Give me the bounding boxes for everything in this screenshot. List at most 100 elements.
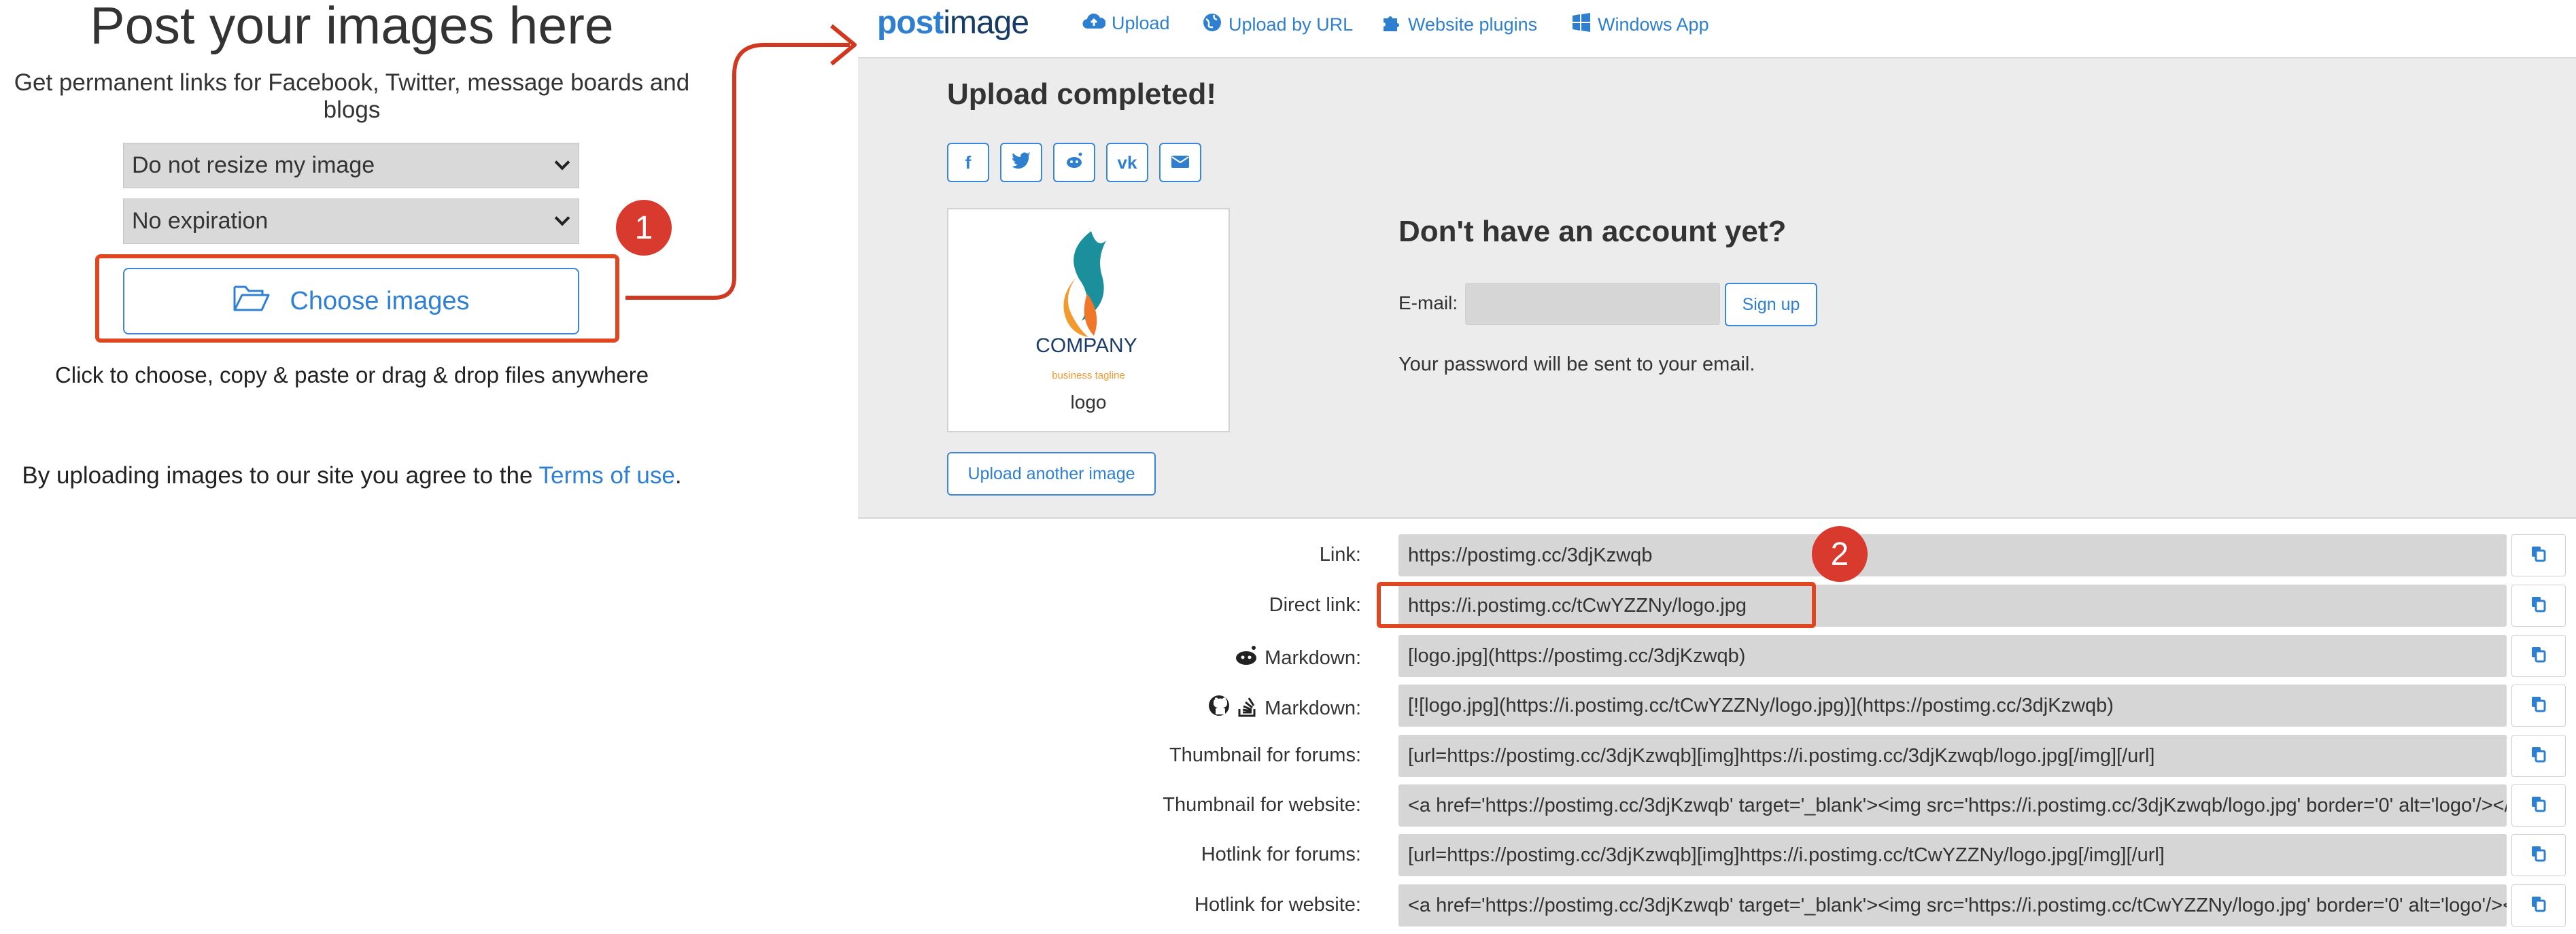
hotlink-forums-field[interactable]: [url=https://postimg.cc/3djKzwqb][img]ht… (1398, 834, 2507, 876)
copy-icon (2531, 796, 2546, 816)
uploaded-image-thumbnail[interactable]: COMPANY business tagline logo (947, 208, 1230, 432)
link-row-label: Hotlink for website: (1195, 894, 1361, 916)
upload-result-page: postimage Upload Upload by URL Website p… (858, 0, 2576, 934)
postimage-logo[interactable]: postimage (877, 4, 1029, 41)
copy-icon (2531, 846, 2546, 865)
envelope-icon (1171, 152, 1190, 173)
email-label: E-mail: (1398, 292, 1458, 313)
link-row-thumbnail-forums: Thumbnail for forums: [url=https://posti… (858, 735, 2576, 777)
link-row-label: Thumbnail for forums: (1169, 744, 1361, 766)
nav-upload-by-url-label: Upload by URL (1229, 14, 1354, 35)
thumb-tagline: business tagline (1052, 370, 1125, 381)
link-row-label: Markdown: (1233, 644, 1361, 672)
page-title: Post your images here (90, 0, 614, 55)
password-note: Your password will be sent to your email… (1398, 353, 1755, 375)
vk-share-button[interactable]: vk (1106, 143, 1148, 182)
reddit-icon (1064, 152, 1084, 174)
twitter-icon (1012, 152, 1031, 173)
copy-button[interactable] (2511, 834, 2566, 876)
copy-button[interactable] (2511, 534, 2566, 576)
facebook-icon: f (965, 152, 972, 173)
upload-result-panel: Upload completed! f vk COMPANY business … (858, 58, 2576, 519)
expiration-select-value: No expiration (132, 208, 269, 234)
markdown-label: Markdown: (1265, 697, 1361, 719)
hotlink-website-field[interactable]: <a href='https://postimg.cc/3djKzwqb' ta… (1398, 884, 2507, 927)
nav-website-plugins[interactable]: Website plugins (1381, 12, 1537, 37)
link-row-label: Markdown: (1207, 694, 1361, 723)
markdown-reddit-field[interactable]: [logo.jpg](https://postimg.cc/3djKzwqb) (1398, 635, 2507, 677)
logo-post-text: post (877, 5, 944, 41)
chevron-down-icon (554, 154, 570, 171)
top-nav: postimage Upload Upload by URL Website p… (858, 0, 2576, 58)
link-row-markdown-reddit: Markdown: [logo.jpg](https://postimg.cc/… (858, 635, 2576, 677)
copy-button[interactable] (2511, 685, 2566, 727)
link-row-thumbnail-website: Thumbnail for website: <a href='https://… (858, 784, 2576, 827)
connector-arrow (625, 24, 857, 300)
nav-upload-label: Upload (1112, 13, 1170, 33)
copy-button[interactable] (2511, 784, 2566, 827)
resize-select-value: Do not resize my image (132, 152, 375, 178)
terms-suffix: . (674, 462, 682, 489)
terms-of-use-link[interactable]: Terms of use (539, 462, 675, 489)
upload-completed-heading: Upload completed! (947, 77, 1217, 111)
github-icon (1207, 694, 1236, 723)
company-logo-image: COMPANY (1035, 231, 1137, 357)
email-share-button[interactable] (1159, 143, 1201, 182)
link-row-label: Thumbnail for website: (1163, 794, 1361, 816)
nav-windows-app[interactable]: Windows App (1571, 12, 1709, 37)
thumbnail-caption: logo (1070, 392, 1107, 413)
upload-hint: Click to choose, copy & paste or drag & … (54, 362, 649, 387)
copy-button[interactable] (2511, 884, 2566, 927)
link-row-label: Direct link: (1269, 594, 1361, 616)
thumbnail-website-field[interactable]: <a href='https://postimg.cc/3djKzwqb' ta… (1398, 784, 2507, 827)
markdown-github-field[interactable]: [![logo.jpg](https://i.postimg.cc/tCwYZZ… (1398, 685, 2507, 727)
link-row-link: Link: https://postimg.cc/3djKzwqb (858, 534, 2576, 576)
link-row-label: Link: (1319, 544, 1361, 566)
copy-icon (2531, 546, 2546, 566)
copy-icon (2531, 896, 2546, 916)
chevron-down-icon (554, 210, 570, 226)
link-row-hotlink-forums: Hotlink for forums: [url=https://postimg… (858, 834, 2576, 876)
globe-icon (1202, 12, 1229, 37)
resize-select[interactable]: Do not resize my image (123, 143, 579, 188)
link-field[interactable]: https://postimg.cc/3djKzwqb (1398, 534, 2507, 576)
copy-icon (2531, 746, 2546, 766)
email-field[interactable] (1465, 283, 1720, 325)
copy-button[interactable] (2511, 635, 2566, 677)
windows-icon (1571, 12, 1598, 37)
thumbnail-forums-field[interactable]: [url=https://postimg.cc/3djKzwqb][img]ht… (1398, 735, 2507, 777)
expiration-select[interactable]: No expiration (123, 198, 579, 244)
twitter-share-button[interactable] (1000, 143, 1042, 182)
nav-windows-app-label: Windows App (1598, 14, 1709, 35)
nav-upload-by-url[interactable]: Upload by URL (1202, 12, 1353, 37)
reddit-share-button[interactable] (1053, 143, 1095, 182)
terms-text: By uploading images to our site you agre… (0, 462, 704, 489)
copy-button[interactable] (2511, 735, 2566, 777)
logo-image-text: image (943, 5, 1029, 41)
highlight-box-direct-link (1377, 582, 1816, 628)
upload-another-button[interactable]: Upload another image (947, 452, 1156, 496)
facebook-share-button[interactable]: f (947, 143, 989, 182)
markdown-label: Markdown: (1265, 646, 1361, 669)
account-heading: Don't have an account yet? (1398, 215, 1787, 248)
page-subtitle: Get permanent links for Facebook, Twitte… (14, 69, 690, 123)
thumb-company-text: COMPANY (1035, 334, 1137, 357)
nav-upload[interactable]: Upload (1082, 12, 1170, 35)
copy-button[interactable] (2511, 585, 2566, 627)
step-badge-2: 2 (1812, 526, 1868, 582)
copy-icon (2531, 596, 2546, 616)
copy-icon (2531, 646, 2546, 666)
puzzle-icon (1381, 12, 1408, 37)
terms-prefix: By uploading images to our site you agre… (22, 462, 539, 489)
link-row-markdown-github: Markdown: [![logo.jpg](https://i.postimg… (858, 685, 2576, 727)
highlight-box-choose (95, 254, 619, 343)
reddit-icon (1233, 644, 1265, 672)
link-row-label: Hotlink for forums: (1201, 844, 1361, 865)
copy-icon (2531, 696, 2546, 716)
cloud-upload-icon (1082, 12, 1112, 35)
nav-website-plugins-label: Website plugins (1408, 14, 1538, 35)
vk-icon: vk (1117, 152, 1137, 173)
sign-up-button[interactable]: Sign up (1725, 283, 1817, 326)
link-row-hotlink-website: Hotlink for website: <a href='https://po… (858, 884, 2576, 927)
stackoverflow-icon (1236, 694, 1265, 723)
